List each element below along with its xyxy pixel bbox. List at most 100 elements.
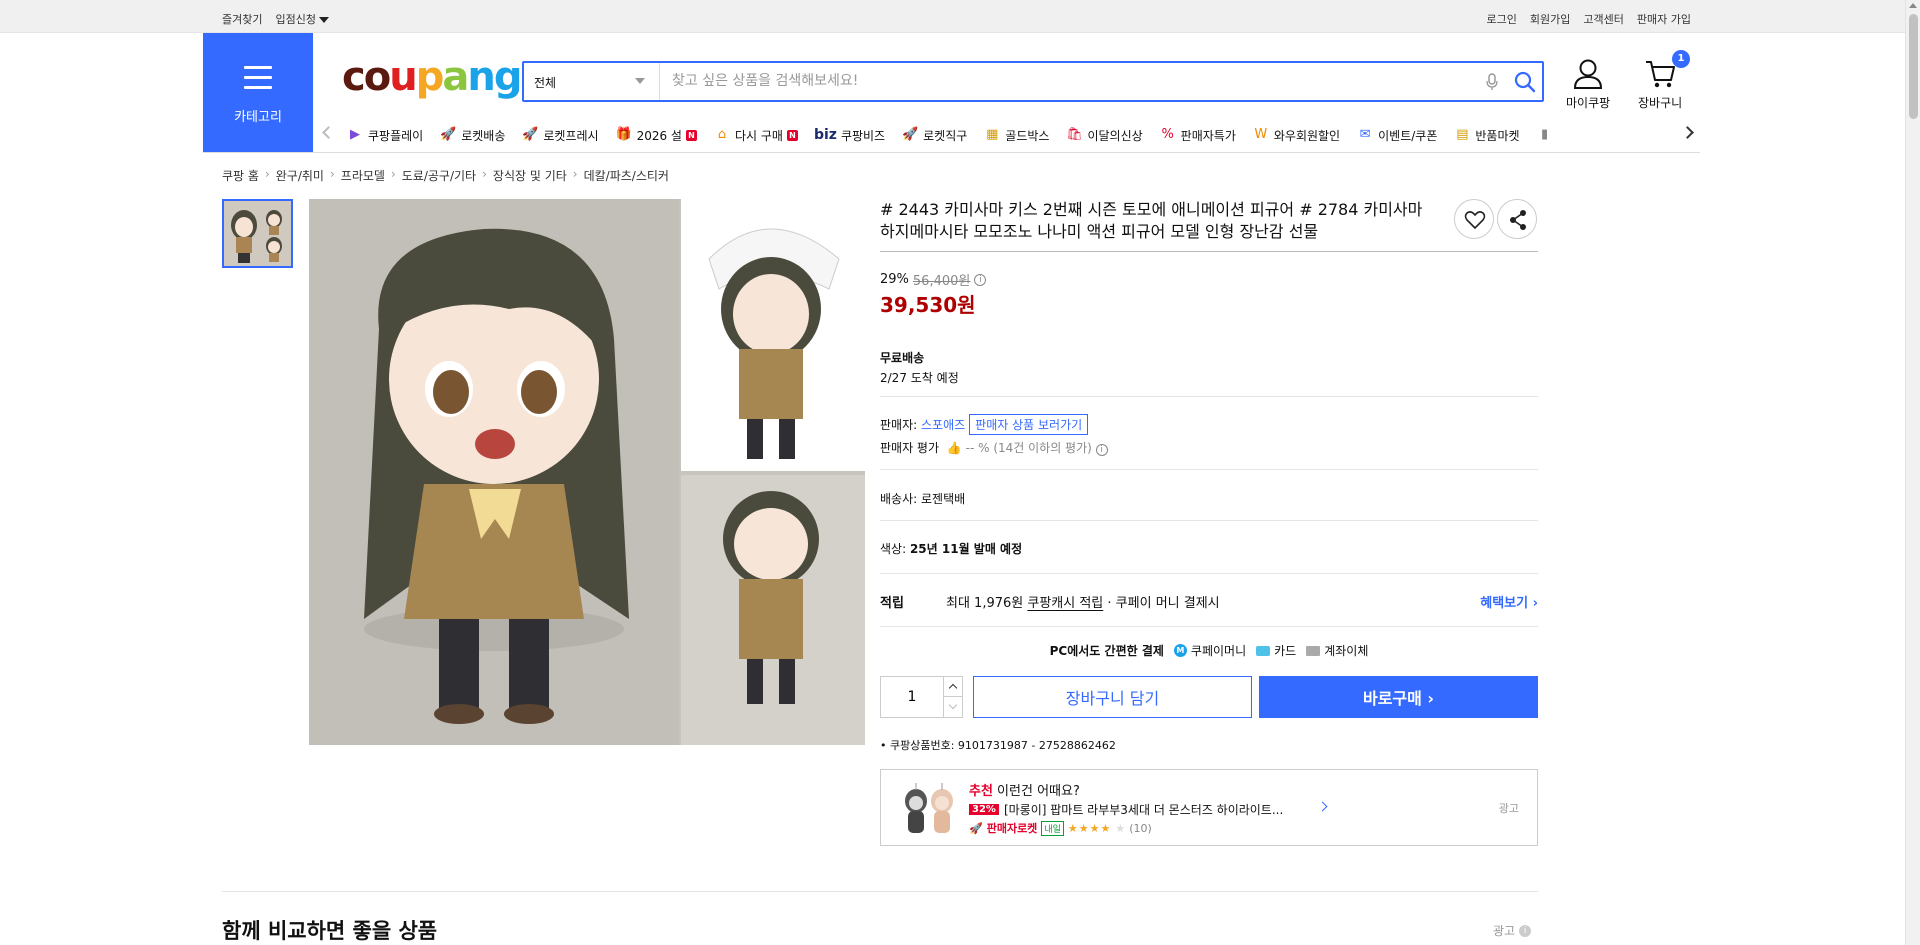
nav-item[interactable]: ▶ 쿠팡플레이 [346,126,423,144]
nav-item-label: 판매자특가 [1180,128,1236,143]
search-input[interactable] [672,71,1472,91]
bookmark-link[interactable]: 즐겨찾기 [222,11,262,27]
recommendation-title: 이런건 어때요? [992,784,1080,799]
nav-item-label: 로켓배송 [461,128,506,143]
quantity-stepper [880,676,963,718]
share-button[interactable] [1497,199,1537,239]
benefit-more-link[interactable]: 혜택보기 › [1480,592,1538,611]
quantity-decrease-icon[interactable] [943,697,963,717]
nav-item[interactable]: 🚀 로켓직구 [901,126,967,144]
nav-item-label: 와우회원할인 [1273,128,1341,143]
nav-item[interactable]: ▦ 골드박스 [983,126,1049,144]
reward-condition: · 쿠페이 머니 결제시 [1107,596,1220,611]
nav-item[interactable]: W 와우회원할인 [1252,126,1340,144]
rating-star-empty: ★ [1115,821,1126,835]
review-count: (10) [1129,821,1152,835]
seller-rating-value: -- % (14건 이하의 평가) [965,441,1092,455]
section-ad: 광고 i [1493,922,1532,939]
nav-item-label: 로켓프레시 [543,128,599,143]
nav-item[interactable]: 🛍 이달의신상 [1065,126,1142,144]
wishlist-button[interactable] [1454,199,1494,239]
recommendation-meta: 🚀 판매자로켓 내일 ★★★★ ★ (10) [969,820,1152,836]
header-divider [203,152,1700,153]
dropdown-arrow-icon [635,78,645,84]
user-icon [1574,59,1603,89]
nav-item[interactable]: % 판매자특가 [1159,126,1236,144]
nav-item[interactable]: ▤ 반품마켓 [1453,126,1519,144]
pay-method-coupay: M 쿠페이머니 [1173,642,1246,659]
nav-item[interactable]: 🚀 로켓배송 [439,126,505,144]
breadcrumb-item[interactable]: 프라모델 [341,167,385,184]
nav-item[interactable]: ✉ 이벤트/쿠폰 [1356,126,1438,144]
nav-next-icon[interactable] [1681,126,1694,139]
nav-item-icon: 🚀 [902,127,919,142]
nav-item[interactable]: ⌂ 다시 구매 N [713,126,798,144]
pay-method-card: 카드 [1256,642,1296,659]
reward-amount: 최대 1,976원 [946,596,1024,611]
seller-signup-link[interactable]: 판매자 가입 [1637,11,1691,27]
breadcrumb-item[interactable]: 완구/취미 [276,167,324,184]
nav-prev-icon[interactable] [322,126,335,139]
product-title: # 2443 카미사마 키스 2번째 시즌 토모에 애니메이션 피규어 # 27… [880,200,1423,241]
quantity-increase-icon[interactable] [943,677,963,697]
breadcrumb-item[interactable]: 장식장 및 기타 [493,167,567,184]
scroll-up-icon[interactable] [1909,3,1917,8]
search-icon[interactable] [1514,71,1536,97]
bank-icon [1306,645,1321,656]
product-main-image[interactable] [309,199,865,745]
new-badge: N [786,129,798,141]
recommendation-red-label: 추천 [969,784,993,799]
info-icon[interactable]: i [1519,924,1532,937]
scrollbar-thumb[interactable] [1909,14,1918,119]
breadcrumb-separator-icon: › [390,167,396,181]
nav-item[interactable]: 🎁 2026 설N [615,126,697,144]
coupay-icon: M [1173,644,1187,657]
divider [880,626,1538,627]
recommendation-card[interactable]: 추천 이런건 어때요? 32% [마롱이] 팝마트 라부부3세대 더 몬스터즈 … [880,769,1538,846]
nav-item-label: 이벤트/쿠폰 [1378,128,1438,143]
breadcrumb-separator-icon: › [482,167,487,181]
seller-products-button[interactable]: 판매자 상품 보러가기 [969,414,1089,435]
breadcrumb-item[interactable]: 도료/공구/기타 [402,167,476,184]
search-category-select[interactable]: 전체 [524,63,660,100]
nav-item-icon: ▤ [1456,127,1469,142]
nav-item-label: 이달의신상 [1087,128,1143,143]
breadcrumb-item[interactable]: 쿠팡 홈 [222,167,259,184]
page-scrollbar[interactable] [1905,0,1920,945]
signup-link[interactable]: 회원가입 [1530,11,1570,27]
coupang-logo[interactable]: coupang [342,54,522,100]
pay-method-bank: 계좌이체 [1306,642,1368,659]
my-coupang-button[interactable]: 마이쿠팡 [1566,58,1610,111]
product-id: • 쿠팡상품번호: 9101731987 - 27528862462 [880,739,1116,752]
nav-item-icon: 🎁 [615,127,632,142]
breadcrumb: 쿠팡 홈 › 완구/취미 › 프라모델 › 도료/공구/기타 › 장식장 및 기타 › 데칼/파츠/… [222,167,669,184]
seller-name-link[interactable]: 스포애즈 [921,418,965,432]
ad-label: 광고 [1493,924,1516,938]
hamburger-icon [244,66,272,96]
cart-label: 장바구니 [1638,96,1683,110]
arrival-date: 2/27 도착 예정 [880,371,959,385]
tomorrow-badge: 내일 [1041,820,1064,836]
card-icon [1256,645,1271,656]
microphone-icon[interactable] [1486,73,1498,95]
breadcrumb-separator-icon: › [572,167,578,181]
reward-cash-link[interactable]: 쿠팡캐시 적립 [1027,596,1103,611]
login-link[interactable]: 로그인 [1487,11,1517,27]
carrier-row: 배송사: 로젠택배 [880,490,965,507]
nav-item[interactable]: 🚀 로켓프레시 [521,126,598,144]
quantity-input[interactable] [881,677,943,717]
search-category-value: 전체 [534,76,557,90]
buy-now-button[interactable]: 바로구매 › [1259,676,1538,718]
category-menu-button[interactable]: 카테고리 [203,33,313,152]
reward-desc: 최대 1,976원 쿠팡캐시 적립 · 쿠페이 머니 결제시 [946,592,1220,611]
breadcrumb-item[interactable]: 데칼/파츠/스티커 [584,167,669,184]
customer-center-link[interactable]: 고객센터 [1583,11,1623,27]
product-thumbnail-selected[interactable] [222,199,293,268]
nav-item[interactable]: biz 쿠팡비즈 [814,126,885,144]
section-divider [222,891,1538,892]
nav-item[interactable]: ▮ [1536,126,1558,144]
info-icon[interactable]: i [1095,444,1108,456]
info-icon[interactable]: i [974,273,987,286]
store-apply-link[interactable]: 입점신청 [275,11,329,27]
add-to-cart-button[interactable]: 장바구니 담기 [973,676,1252,718]
